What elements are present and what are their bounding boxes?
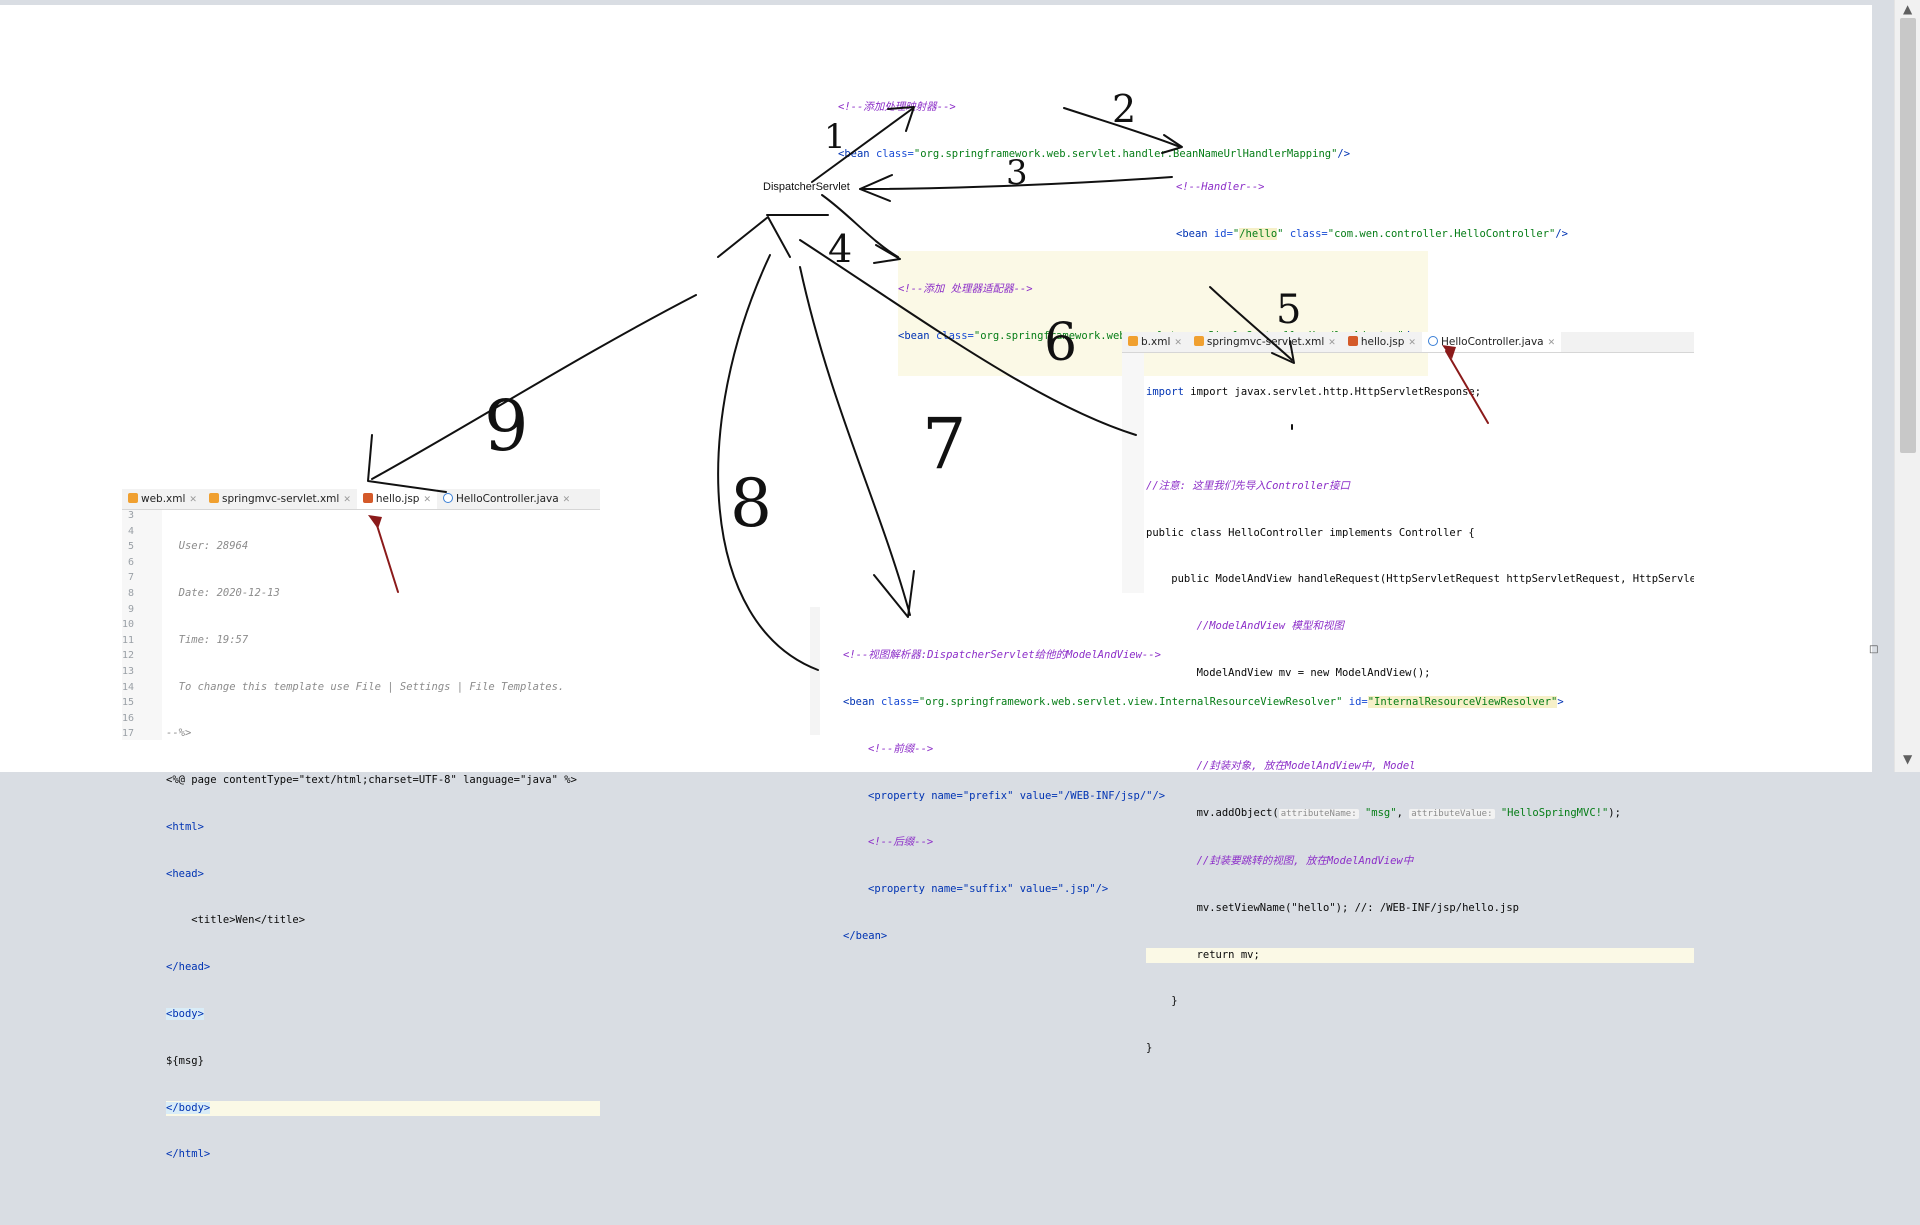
scroll-up-icon[interactable]: ▲ [1903, 2, 1912, 16]
resize-handle-icon[interactable]: □ [1869, 644, 1878, 655]
java-line: } [1146, 1042, 1153, 1055]
number-2-label: 2 [1112, 87, 1137, 131]
vertical-scrollbar[interactable]: ▲ ▼ [1894, 0, 1920, 772]
number-3-label: 3 [1006, 153, 1028, 193]
number-4-label: 4 [828, 227, 853, 271]
jsp-line: <body> [166, 1008, 204, 1020]
jsp-line: </head> [166, 961, 211, 974]
jsp-line: <title>Wen</title> [166, 914, 306, 927]
arrow-9-line [371, 294, 697, 480]
resolver-close: </bean> [843, 929, 888, 942]
resolver-suffix-comment: <!--后缀--> [868, 836, 934, 849]
jsp-line: ${msg} [166, 1054, 204, 1067]
scroll-down-icon[interactable]: ▼ [1903, 752, 1912, 766]
whiteboard-canvas: <!--添加处理映射器--> <bean class="org.springfr… [0, 5, 1872, 1160]
resolver-suffix-line: <property name="suffix" value=".jsp"/> [868, 883, 1109, 896]
number-9-label: 9 [484, 385, 529, 467]
jsp-line: </body> [166, 1100, 600, 1117]
jsp-line: </html> [166, 1148, 211, 1161]
resolver-prefix-line: <property name="prefix" value="/WEB-INF/… [868, 789, 1166, 802]
arrow-8-line [717, 254, 819, 671]
jsp-line: <html> [166, 820, 204, 833]
arrow-7-head [873, 570, 915, 618]
java-line: } [1146, 995, 1178, 1008]
jsp-line: <head> [166, 867, 204, 880]
arrow-7-line [799, 266, 911, 616]
number-5-label: 5 [1276, 287, 1302, 333]
scrollbar-thumb[interactable] [1900, 18, 1916, 453]
arrow-4-head [873, 244, 901, 264]
number-6-label: 6 [1044, 313, 1078, 373]
number-1-label: 1 [824, 117, 846, 157]
number-7-label: 7 [922, 403, 967, 485]
jsp-line: <%@ page contentType="text/html;charset=… [166, 774, 577, 787]
number-8-label: 8 [730, 465, 772, 542]
handwriting-overlay [367, 106, 1489, 671]
